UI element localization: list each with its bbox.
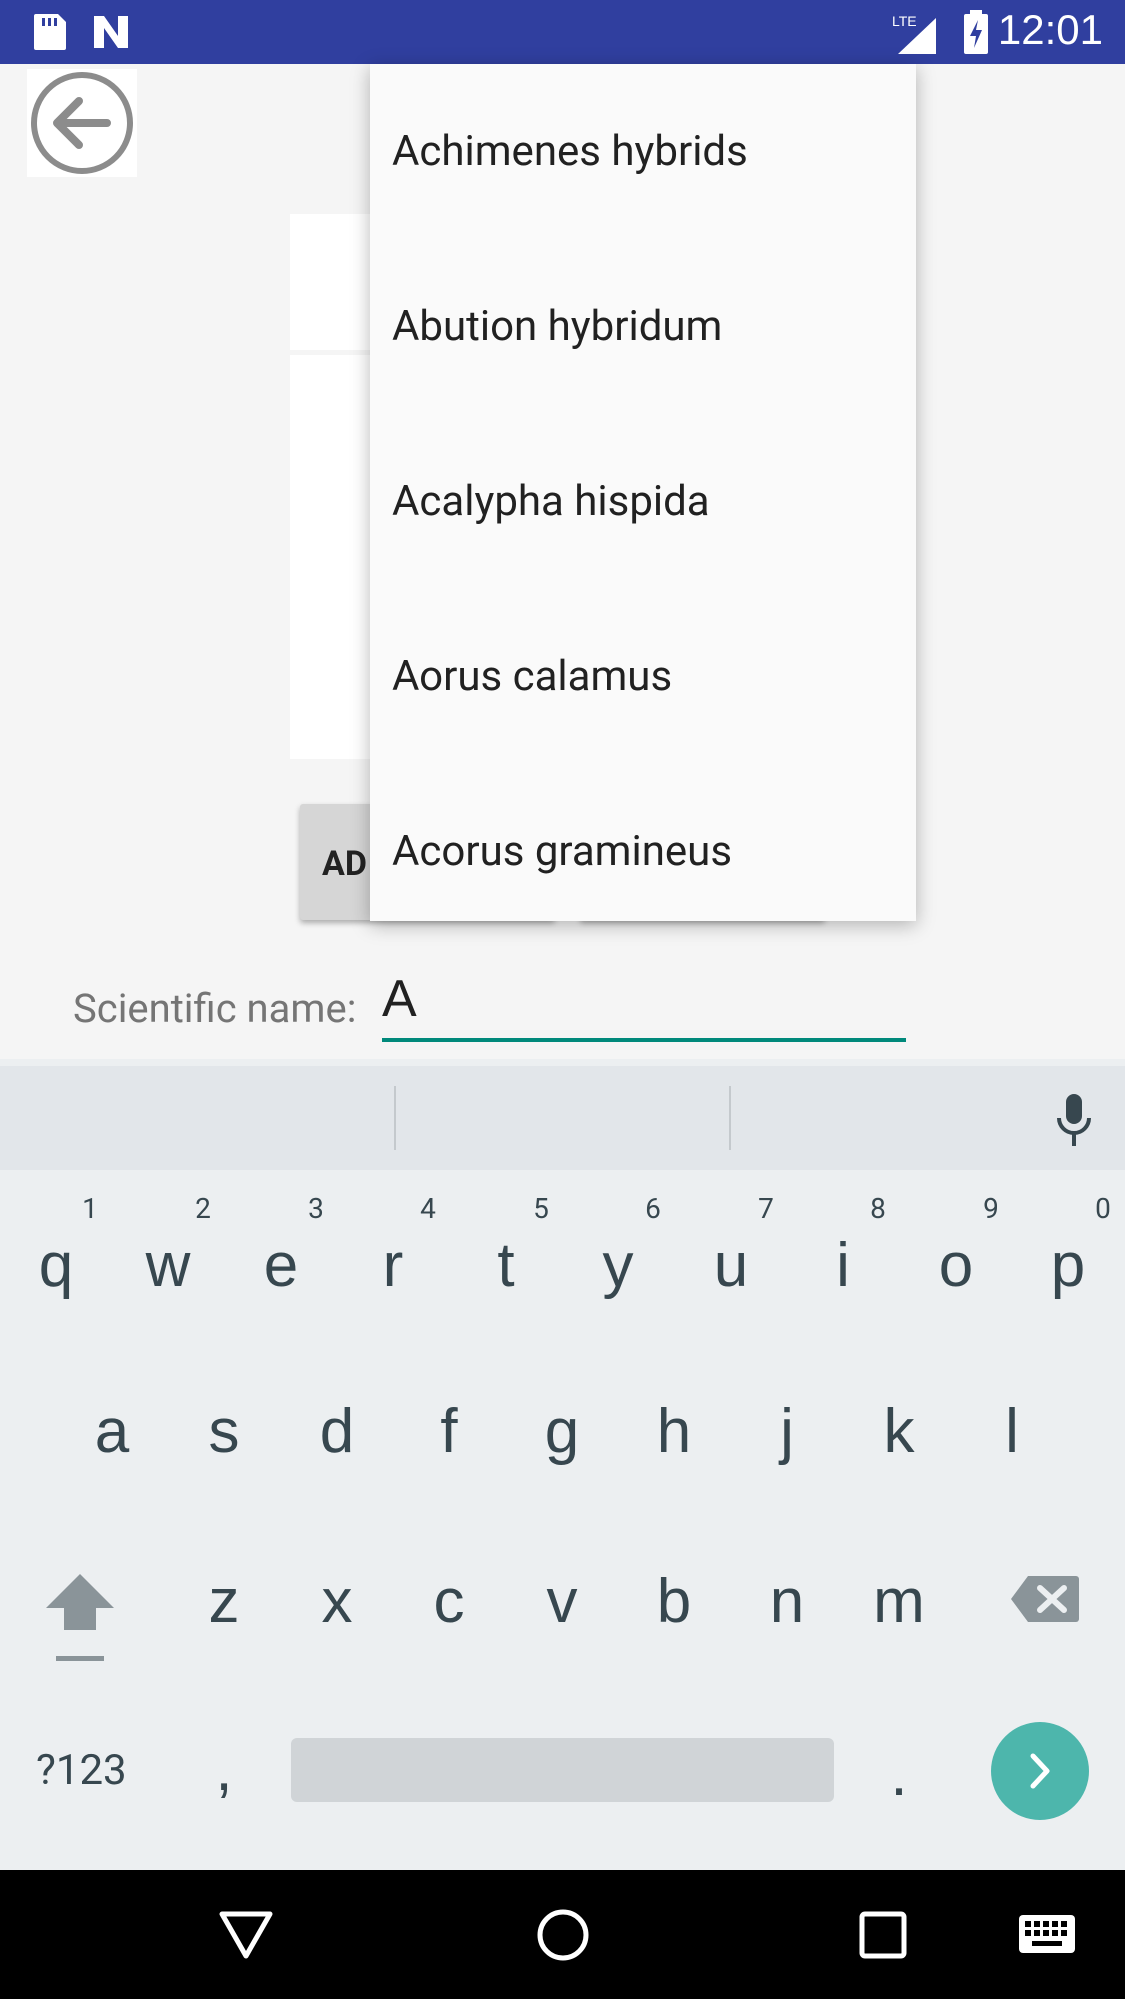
battery-charging-icon (964, 10, 988, 54)
sd-card-icon (34, 14, 66, 50)
dropdown-item[interactable]: Aorus calamus (392, 589, 912, 764)
spacebar[interactable] (291, 1738, 834, 1802)
navigation-bar (0, 1870, 1125, 1999)
key-hint: 7 (758, 1192, 774, 1225)
key-k[interactable]: k (843, 1382, 955, 1482)
key-hint: 2 (195, 1192, 211, 1225)
key-s[interactable]: s (168, 1382, 280, 1482)
key-g[interactable]: g (506, 1382, 618, 1482)
dropdown-item[interactable]: Abution hybridum (392, 239, 912, 414)
key-l[interactable]: l (956, 1382, 1068, 1482)
key-e[interactable]: e (225, 1216, 337, 1316)
autocomplete-dropdown: Achimenes hybrids Abution hybridum Acaly… (370, 64, 916, 921)
key-x[interactable]: x (281, 1552, 393, 1652)
key-v[interactable]: v (506, 1552, 618, 1652)
key-hint: 9 (983, 1192, 999, 1225)
suggestion-bar (0, 1066, 1125, 1170)
key-n[interactable]: n (731, 1552, 843, 1652)
image-card (290, 355, 370, 759)
key-m[interactable]: m (843, 1552, 955, 1652)
clock: 12:01 (997, 6, 1103, 53)
add-button-label: AD (322, 844, 367, 884)
dropdown-item[interactable]: Achimenes hybrids (392, 64, 912, 239)
key-hint: 6 (645, 1192, 661, 1225)
key-hint: 1 (82, 1192, 98, 1225)
status-bar: LTE 12:01 (0, 0, 1125, 64)
key-hint: 3 (308, 1192, 324, 1225)
key-z[interactable]: z (168, 1552, 280, 1652)
scientific-name-label: Scientific name: (73, 985, 357, 1032)
chevron-right-icon (1030, 1753, 1050, 1789)
key-b[interactable]: b (618, 1552, 730, 1652)
key-hint: 8 (870, 1192, 886, 1225)
key-q[interactable]: q (0, 1216, 112, 1316)
scientific-name-input[interactable] (382, 960, 906, 1042)
suggestion-divider (729, 1086, 731, 1150)
key-period[interactable]: . (843, 1725, 955, 1825)
key-a[interactable]: a (56, 1382, 168, 1482)
key-d[interactable]: d (281, 1382, 393, 1482)
backspace-icon[interactable] (1010, 1574, 1080, 1624)
dropdown-item[interactable]: Acalypha hispida (392, 414, 912, 589)
key-h[interactable]: h (618, 1382, 730, 1482)
back-nav-icon[interactable] (218, 1910, 274, 1960)
key-p[interactable]: p (1012, 1216, 1124, 1316)
key-f[interactable]: f (393, 1382, 505, 1482)
lte-signal-icon: LTE (892, 13, 936, 54)
image-card-top (290, 214, 370, 350)
key-o[interactable]: o (900, 1216, 1012, 1316)
back-button[interactable] (27, 69, 137, 177)
recents-nav-icon[interactable] (858, 1910, 908, 1960)
key-w[interactable]: w (112, 1216, 224, 1316)
key-t[interactable]: t (450, 1216, 562, 1316)
suggestion-divider (394, 1086, 396, 1150)
key-hint: 4 (420, 1192, 436, 1225)
key-hint: 0 (1095, 1192, 1111, 1225)
microphone-icon[interactable] (1054, 1092, 1094, 1150)
key-u[interactable]: u (675, 1216, 787, 1316)
key-hint: 5 (533, 1192, 549, 1225)
shift-icon[interactable] (40, 1568, 120, 1664)
symbols-key[interactable]: ?123 (36, 1746, 127, 1795)
key-y[interactable]: y (562, 1216, 674, 1316)
key-c[interactable]: c (393, 1552, 505, 1652)
home-nav-icon[interactable] (536, 1908, 590, 1962)
key-comma[interactable]: , (168, 1720, 280, 1820)
dropdown-item[interactable]: Acorus gramineus (392, 764, 912, 939)
svg-text:LTE: LTE (892, 13, 917, 29)
key-r[interactable]: r (337, 1216, 449, 1316)
key-i[interactable]: i (787, 1216, 899, 1316)
go-button[interactable] (991, 1722, 1089, 1820)
key-j[interactable]: j (731, 1382, 843, 1482)
back-arrow-icon (31, 72, 133, 174)
keyboard-switch-icon[interactable] (1018, 1914, 1076, 1956)
n-notification-icon (94, 16, 128, 48)
